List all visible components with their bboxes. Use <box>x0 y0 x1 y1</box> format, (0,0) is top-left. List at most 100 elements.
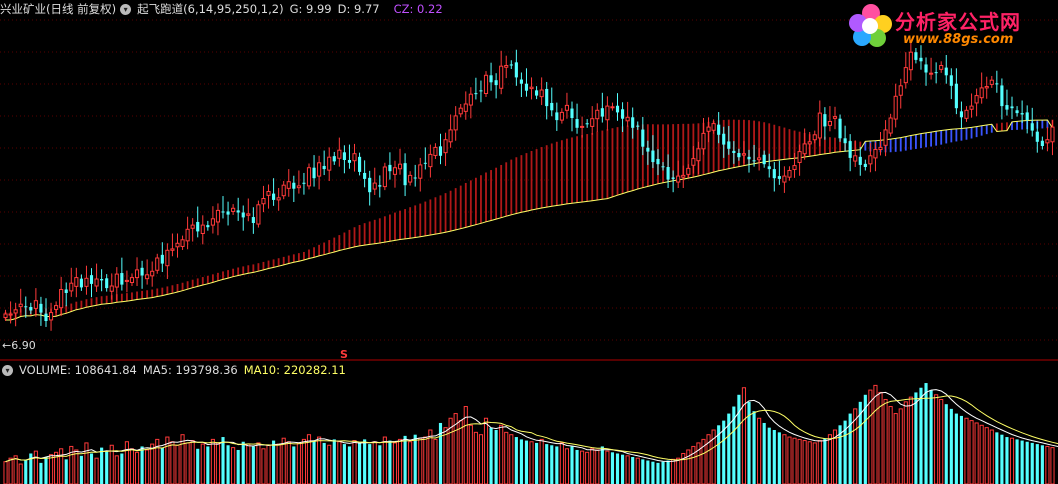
volume-bar <box>620 454 625 484</box>
cz-value: CZ: 0.22 <box>393 2 443 16</box>
volume-bar <box>787 436 792 484</box>
ribbon-bar <box>980 125 983 136</box>
volume-bar <box>1015 439 1019 484</box>
ribbon-bar <box>126 293 128 302</box>
ribbon-bar <box>171 285 174 294</box>
volume-bar <box>276 443 281 484</box>
candle-body <box>666 167 670 180</box>
volume-value: VOLUME: 108641.84 <box>19 363 137 377</box>
candle-body <box>1035 131 1039 142</box>
candle-body <box>984 86 989 89</box>
candle-body <box>696 148 701 162</box>
ribbon-bar <box>550 143 553 207</box>
volume-bar <box>388 440 392 484</box>
candle-body <box>651 150 655 163</box>
volume-bar <box>641 459 645 484</box>
ribbon-bar <box>505 162 508 217</box>
volume-bar <box>580 450 585 484</box>
volume-bar <box>929 390 933 484</box>
ribbon-bar <box>429 199 432 236</box>
candle-body <box>458 107 463 115</box>
candle-body <box>210 218 215 226</box>
candle-body <box>514 62 518 78</box>
logo-title: 分析家公式网 <box>895 10 1021 34</box>
candle-body <box>995 83 999 85</box>
volume-bar <box>215 442 221 484</box>
volume-bar <box>150 443 155 484</box>
volume-bar <box>752 411 756 484</box>
volume-bar <box>175 444 180 484</box>
volume-bar <box>827 434 833 484</box>
ribbon-bar <box>409 207 412 239</box>
ribbon-bar <box>343 232 346 250</box>
candle-body <box>641 129 645 147</box>
volume-bar <box>327 444 332 484</box>
volume-bar <box>392 442 398 484</box>
candle-body <box>226 211 230 215</box>
volume-bar <box>347 446 352 484</box>
ribbon-bar <box>262 261 265 270</box>
ribbon-bar <box>399 210 401 240</box>
candle-body <box>747 156 751 160</box>
volume-bar <box>514 437 518 484</box>
ribbon-bar <box>424 201 427 236</box>
candle-body <box>924 64 928 73</box>
g-value: G: 9.99 <box>289 2 332 16</box>
volume-bar <box>959 415 964 484</box>
ribbon-bar <box>353 227 356 247</box>
ribbon-bar <box>131 292 133 301</box>
ribbon-bar <box>611 128 614 197</box>
candle-body <box>105 278 109 289</box>
volume-bar <box>378 445 382 484</box>
chevron-down-icon[interactable]: ▾ <box>120 3 132 15</box>
candle-body <box>787 170 792 178</box>
candle-body <box>322 165 326 170</box>
ribbon-bar <box>783 127 786 160</box>
candle-body <box>296 185 301 189</box>
volume-bar <box>564 448 570 484</box>
ribbon-bar <box>100 296 103 305</box>
volume-bar <box>114 455 119 484</box>
volume-bar <box>595 449 600 484</box>
candle-body <box>974 95 979 104</box>
ribbon-bar <box>338 235 341 251</box>
ribbon-bar <box>459 185 462 229</box>
candle-body <box>585 123 589 125</box>
ribbon-bar <box>454 188 457 230</box>
volume-bar <box>489 427 493 484</box>
candle-body <box>595 109 600 120</box>
volume-bars <box>3 383 1055 484</box>
volume-bar <box>984 427 989 484</box>
candle-body <box>777 176 781 179</box>
ribbon-bar <box>500 164 503 218</box>
volume-bar <box>762 422 766 484</box>
candle-body <box>691 158 696 166</box>
ribbon-bar <box>788 129 791 159</box>
candle-body <box>44 313 48 321</box>
volume-bar <box>48 454 54 484</box>
volume-bar <box>185 442 190 484</box>
candle-body <box>155 257 160 271</box>
volume-bar <box>635 457 640 484</box>
candle-body <box>256 204 261 225</box>
candle-body <box>706 126 711 132</box>
volume-bar <box>903 401 908 484</box>
ribbon-bar <box>591 132 594 201</box>
candle-body <box>767 166 771 170</box>
volume-bar <box>473 431 478 484</box>
candle-body <box>610 106 615 109</box>
volume-bar <box>504 431 509 484</box>
volume-bar <box>646 460 650 484</box>
chevron-down-icon[interactable]: ▾ <box>2 364 13 376</box>
volume-bar <box>974 422 979 484</box>
candle-body <box>792 165 797 170</box>
candle-body <box>807 141 812 145</box>
candle-body <box>737 153 741 158</box>
candle-body <box>292 182 296 189</box>
ribbon-bar <box>925 132 927 148</box>
volume-bar <box>226 445 230 484</box>
ribbon-bar <box>434 197 437 235</box>
candle-body <box>312 167 316 179</box>
volume-bar <box>777 432 781 484</box>
volume-bar <box>494 430 498 484</box>
